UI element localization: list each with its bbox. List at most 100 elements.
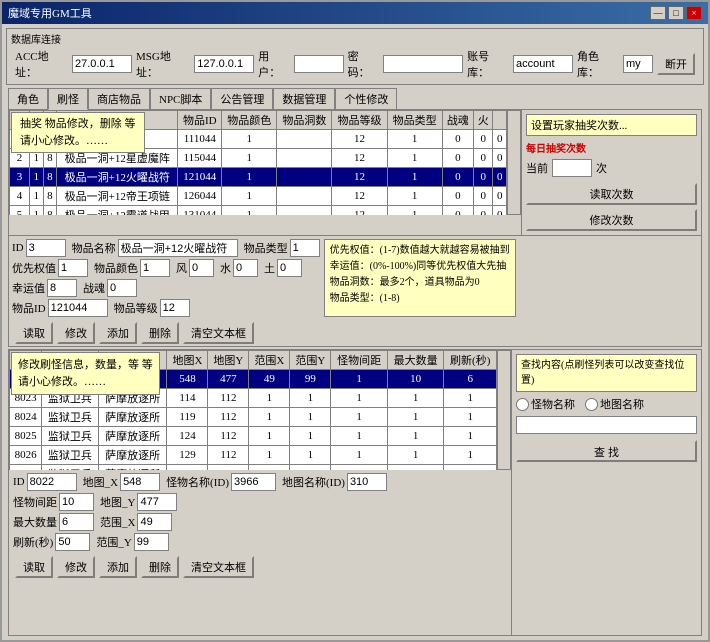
window-title: 魔域专用GM工具 bbox=[8, 5, 92, 21]
maximize-button[interactable]: □ bbox=[668, 6, 684, 20]
lower-delete-btn[interactable]: 删除 bbox=[141, 556, 179, 578]
tab-shop[interactable]: 商店物品 bbox=[88, 88, 150, 109]
item-id-field-input[interactable] bbox=[48, 299, 108, 317]
item-hint-2: 幸运值：(0%-100%)同等优先权值大先抽 bbox=[330, 259, 510, 275]
soil-label: 土 bbox=[264, 260, 275, 276]
color-label: 物品颜色 bbox=[94, 260, 138, 276]
unit-label: 次 bbox=[596, 160, 607, 176]
l-mapy-input[interactable] bbox=[137, 493, 177, 511]
db-input[interactable] bbox=[513, 55, 573, 73]
col-fire: 火 bbox=[473, 111, 492, 130]
tab-data[interactable]: 数据管理 bbox=[273, 88, 335, 109]
level-input[interactable] bbox=[160, 299, 190, 317]
l-col-my: 地图Y bbox=[208, 351, 249, 370]
upper-modify-btn[interactable]: 修改 bbox=[57, 322, 95, 344]
l-mapx-input[interactable] bbox=[120, 473, 160, 491]
lower-table-row[interactable]: 8024监狱卫兵萨摩放逐所11911211111 bbox=[10, 408, 497, 427]
item-hint-box: 优先权值：(1-7)数值越大就越容易被抽到 幸运值：(0%-100%)同等优先权… bbox=[324, 239, 516, 317]
l-map-name-input[interactable] bbox=[347, 473, 387, 491]
item-id-field-label: 物品ID bbox=[12, 300, 46, 316]
read-lottery-btn[interactable]: 读取次数 bbox=[526, 183, 697, 205]
l-col-mx: 地图X bbox=[167, 351, 208, 370]
radio-monster[interactable]: 怪物名称 bbox=[516, 396, 575, 412]
wind-input[interactable] bbox=[189, 259, 214, 277]
upper-notice: 抽奖 物品修改，删除 等 请小心修改。…… bbox=[11, 112, 145, 153]
conn-section-label: 数据库连接 bbox=[11, 31, 699, 46]
radio-monster-label: 怪物名称 bbox=[531, 396, 575, 412]
lower-table-row[interactable]: 8026监狱卫兵萨摩放逐所12911211111 bbox=[10, 446, 497, 465]
l-id-input[interactable] bbox=[27, 473, 77, 491]
l-monster-name-input[interactable] bbox=[231, 473, 276, 491]
lottery-set-label: 设置玩家抽奖次数... bbox=[531, 120, 627, 132]
search-button[interactable]: 查 找 bbox=[516, 440, 697, 462]
tab-announce[interactable]: 公告管理 bbox=[211, 88, 273, 109]
item-hint-1: 优先权值：(1-7)数值越大就越容易被抽到 bbox=[330, 243, 510, 259]
upper-table-row[interactable]: 318极品一洞+12火曜战符1210441121000 bbox=[10, 168, 507, 187]
col-color: 物品颜色 bbox=[222, 111, 277, 130]
lower-add-btn[interactable]: 添加 bbox=[99, 556, 137, 578]
luck-label: 幸运值 bbox=[12, 280, 45, 296]
col-level: 物品等级 bbox=[332, 111, 387, 130]
wind-label: 风 bbox=[176, 260, 187, 276]
upper-table-scrollbar[interactable] bbox=[507, 110, 521, 215]
l-monster-name-label: 怪物名称(ID) bbox=[166, 474, 229, 490]
pwd-input[interactable] bbox=[383, 55, 463, 73]
radio-map[interactable]: 地图名称 bbox=[585, 396, 644, 412]
item-id-input[interactable] bbox=[26, 239, 66, 257]
user-input[interactable] bbox=[294, 55, 344, 73]
water-input[interactable] bbox=[233, 259, 258, 277]
color-input[interactable] bbox=[140, 259, 170, 277]
lottery-set-hint: 设置玩家抽奖次数... bbox=[526, 114, 697, 136]
msg-input[interactable] bbox=[194, 55, 254, 73]
daily-label: 每日抽奖次数 bbox=[526, 140, 586, 155]
l-rangex-input[interactable] bbox=[137, 513, 172, 531]
l-col-refresh: 刷新(秒) bbox=[444, 351, 497, 370]
tab-role[interactable]: 角色 bbox=[8, 88, 48, 109]
radio-monster-input[interactable] bbox=[516, 398, 529, 411]
item-type-input[interactable] bbox=[290, 239, 320, 257]
acc-input[interactable] bbox=[72, 55, 132, 73]
tab-personal[interactable]: 个性修改 bbox=[335, 88, 397, 109]
minimize-button[interactable]: — bbox=[650, 6, 666, 20]
item-hint-3: 物品洞数：最多2个，道具物品为0 bbox=[330, 275, 510, 291]
upper-table-row[interactable]: 418极品一洞+12帝王项链1260441121000 bbox=[10, 187, 507, 206]
radio-map-input[interactable] bbox=[585, 398, 598, 411]
l-refresh-label: 刷新(秒) bbox=[13, 534, 53, 550]
upper-table-row[interactable]: 518极品一洞+12霸道战甲1310441121000 bbox=[10, 206, 507, 216]
current-value-input[interactable] bbox=[552, 159, 592, 177]
role-input[interactable] bbox=[623, 55, 653, 73]
search-input[interactable] bbox=[516, 416, 697, 434]
tab-refresh[interactable]: 刷怪 bbox=[48, 88, 88, 110]
role-label: 角色库： bbox=[577, 48, 619, 80]
lower-modify-btn[interactable]: 修改 bbox=[57, 556, 95, 578]
l-dist-input[interactable] bbox=[59, 493, 94, 511]
l-dist-label: 怪物间距 bbox=[13, 494, 57, 510]
upper-clear-btn[interactable]: 清空文本框 bbox=[183, 322, 254, 344]
upper-actions: 读取 修改 添加 删除 清空文本框 bbox=[9, 320, 701, 346]
l-rangey-input[interactable] bbox=[134, 533, 169, 551]
close-button[interactable]: × bbox=[686, 6, 702, 20]
upper-add-btn[interactable]: 添加 bbox=[99, 322, 137, 344]
current-label: 当前 bbox=[526, 160, 548, 176]
col-type: 物品类型 bbox=[387, 111, 442, 130]
soil-input[interactable] bbox=[277, 259, 302, 277]
lower-clear-btn[interactable]: 清空文本框 bbox=[183, 556, 254, 578]
soul-input[interactable] bbox=[107, 279, 137, 297]
upper-read-btn[interactable]: 读取 bbox=[15, 322, 53, 344]
lower-table-scrollbar[interactable] bbox=[497, 350, 511, 470]
lower-table-row[interactable]: 8025监狱卫兵萨摩放逐所12411211111 bbox=[10, 427, 497, 446]
item-name-input[interactable] bbox=[118, 239, 238, 257]
soul-label: 战魂 bbox=[83, 280, 105, 296]
priority-input[interactable] bbox=[58, 259, 88, 277]
l-max-input[interactable] bbox=[59, 513, 94, 531]
modify-lottery-btn[interactable]: 修改次数 bbox=[526, 209, 697, 231]
tab-npc[interactable]: NPC脚本 bbox=[150, 88, 211, 109]
disconnect-button[interactable]: 断开 bbox=[657, 53, 695, 75]
upper-delete-btn[interactable]: 删除 bbox=[141, 322, 179, 344]
search-hint: 查找内容(点刷怪列表可以改变查找位置) bbox=[516, 354, 697, 392]
l-col-rx: 范围X bbox=[249, 351, 290, 370]
msg-label: MSG地址： bbox=[136, 48, 190, 80]
lower-read-btn[interactable]: 读取 bbox=[15, 556, 53, 578]
luck-input[interactable] bbox=[47, 279, 77, 297]
l-refresh-input[interactable] bbox=[55, 533, 90, 551]
